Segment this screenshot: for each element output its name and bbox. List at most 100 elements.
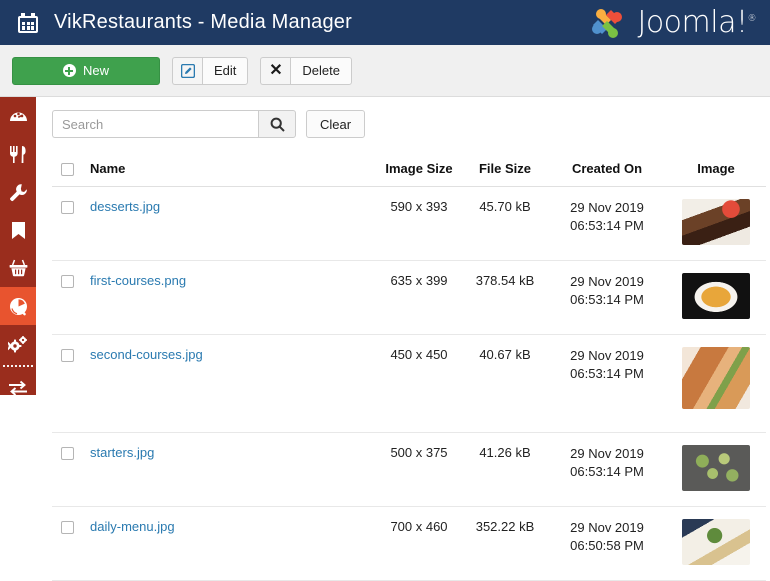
row-created-on-cell: 29 Nov 2019 06:53:14 PM [548,186,666,262]
row-select-cell [52,186,82,262]
row-image-cell [666,186,766,262]
row-select-cell [52,506,82,581]
delete-button[interactable]: ✕ Delete [260,56,352,85]
file-name-link[interactable]: desserts.jpg [90,199,160,214]
file-name-link[interactable]: starters.jpg [90,445,154,460]
media-table: Name Image Size File Size Created On Ima… [52,157,766,581]
file-name-link[interactable]: first-courses.png [90,273,186,288]
file-name-link[interactable]: daily-menu.jpg [90,519,175,534]
new-button[interactable]: New [12,56,160,85]
sidebar-item-orders[interactable] [0,249,36,287]
joomla-mark-icon [592,8,623,38]
thumbnail-image[interactable] [682,519,750,566]
table-row: first-courses.png 635 x 399 378.54 kB 29… [52,260,766,336]
thumbnail-image[interactable] [682,445,750,492]
edit-button[interactable]: Edit [172,56,249,85]
created-time: 06:53:14 PM [570,218,644,234]
joomla-logo: Joomla!® [589,6,770,40]
row-checkbox[interactable] [60,275,74,289]
app-header: VikRestaurants - Media Manager Joomla!® [0,0,770,45]
calendar-icon [18,12,38,33]
table-header-row: Name Image Size File Size Created On Ima… [52,157,766,188]
page-title: VikRestaurants - Media Manager [54,11,352,33]
header-brand-left: VikRestaurants - Media Manager [0,11,352,34]
created-date: 29 Nov 2019 [570,520,644,536]
column-header-name[interactable]: Name [82,157,376,188]
row-image-size-cell: 450 x 450 [376,334,462,434]
row-image-size-cell: 500 x 375 [376,432,462,508]
clear-button[interactable]: Clear [306,110,366,138]
sidebar-item-transfer[interactable] [0,369,36,407]
new-button-label: New [82,63,109,78]
row-checkbox[interactable] [60,201,74,215]
column-header-image-size[interactable]: Image Size [376,157,462,188]
row-file-size-cell: 378.54 kB [462,260,548,336]
row-image-size-cell: 635 x 399 [376,260,462,336]
column-header-created-on[interactable]: Created On [548,157,666,188]
media-table-body: desserts.jpg 590 x 393 45.70 kB 29 Nov 2… [52,186,766,581]
row-file-size-cell: 40.67 kB [462,334,548,434]
row-created-on-cell: 29 Nov 2019 06:53:14 PM [548,260,666,336]
row-image-cell [666,506,766,581]
row-image-size-cell: 590 x 393 [376,186,462,262]
row-checkbox[interactable] [60,447,74,461]
row-file-size-cell: 41.26 kB [462,432,548,508]
table-row: daily-menu.jpg 700 x 460 352.22 kB 29 No… [52,506,766,581]
created-time: 06:50:58 PM [570,538,644,554]
row-image-size-cell: 700 x 460 [376,506,462,581]
cutlery-icon [9,145,27,164]
search-input[interactable] [52,110,258,138]
row-image-cell [666,334,766,434]
main-content: Clear Name Image Size File Size Created … [36,97,770,581]
joomla-wordmark: Joomla!® [637,4,757,40]
thumbnail-image[interactable] [682,199,750,246]
search-button[interactable] [258,110,296,138]
sidebar-item-settings[interactable] [0,325,36,363]
row-select-cell [52,334,82,434]
wrench-icon [9,183,28,202]
cogs-icon [8,335,28,354]
row-created-on-cell: 29 Nov 2019 06:53:14 PM [548,334,666,434]
table-row: starters.jpg 500 x 375 41.26 kB 29 Nov 2… [52,432,766,508]
dashboard-icon [9,107,28,126]
file-name-link[interactable]: second-courses.jpg [90,347,203,362]
table-row: second-courses.jpg 450 x 450 40.67 kB 29… [52,334,766,434]
row-checkbox[interactable] [60,349,74,363]
search-field-group [52,110,296,138]
row-file-size-cell: 352.22 kB [462,506,548,581]
exchange-icon [8,380,28,396]
created-time: 06:53:14 PM [570,366,644,382]
search-bar: Clear [52,109,770,139]
edit-button-label[interactable]: Edit [202,56,249,85]
row-created-on-cell: 29 Nov 2019 06:53:14 PM [548,432,666,508]
column-header-image[interactable]: Image [666,157,766,188]
left-sidebar [0,97,36,396]
sidebar-item-tools[interactable] [0,173,36,211]
select-all-checkbox[interactable] [60,163,74,177]
sidebar-item-media[interactable] [0,287,36,325]
row-checkbox[interactable] [60,521,74,535]
x-icon[interactable]: ✕ [260,56,291,85]
column-header-file-size[interactable]: File Size [462,157,548,188]
basket-icon [9,259,28,277]
row-name-cell: first-courses.png [82,260,376,336]
joomla-wordmark-text: Joomla! [637,4,748,40]
globe-icon [9,297,28,316]
sidebar-item-restaurant[interactable] [0,135,36,173]
trademark-symbol: ® [747,13,757,24]
sidebar-item-dashboard[interactable] [0,97,36,135]
row-created-on-cell: 29 Nov 2019 06:50:58 PM [548,506,666,581]
thumbnail-image[interactable] [682,273,750,320]
row-select-cell [52,432,82,508]
sidebar-item-bookmarks[interactable] [0,211,36,249]
created-date: 29 Nov 2019 [570,446,644,462]
pencil-square-icon[interactable] [172,56,202,85]
delete-button-label[interactable]: Delete [290,56,352,85]
created-time: 06:53:14 PM [570,292,644,308]
created-date: 29 Nov 2019 [570,348,644,364]
row-image-cell [666,432,766,508]
thumbnail-image[interactable] [682,347,750,410]
table-row: desserts.jpg 590 x 393 45.70 kB 29 Nov 2… [52,186,766,262]
select-all-header [52,157,82,188]
sidebar-divider [3,365,33,367]
